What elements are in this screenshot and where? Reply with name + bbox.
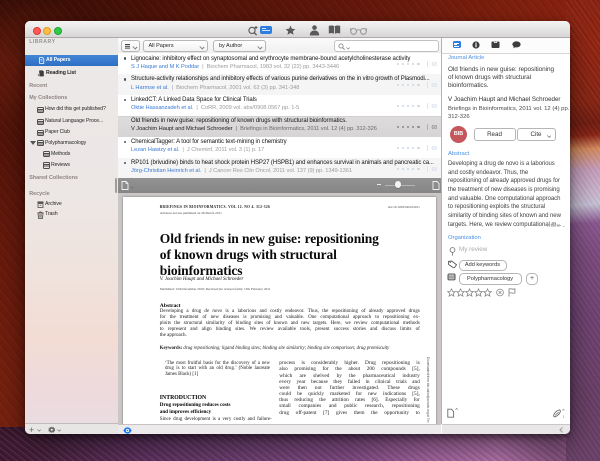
svg-text:1: 1	[563, 415, 565, 419]
